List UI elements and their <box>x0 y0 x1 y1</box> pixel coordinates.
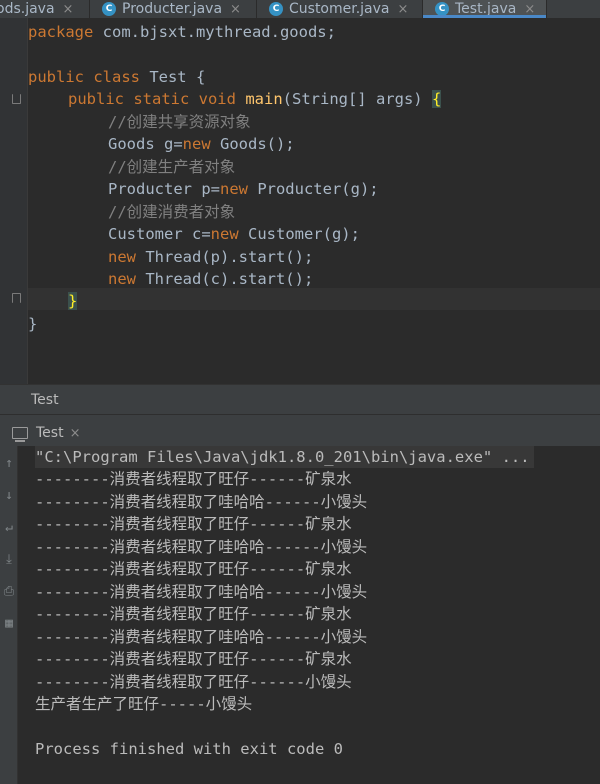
tab-label: Test.java <box>455 1 517 17</box>
code-line: new Thread(p).start(); <box>108 248 314 266</box>
console-line: --------消费者线程取了旺仔------矿泉水 <box>35 515 352 533</box>
code-line: } <box>68 292 78 310</box>
run-tab-bar: Test × <box>0 414 600 446</box>
tab-label: ods.java <box>0 1 55 17</box>
tab-label: Customer.java <box>289 1 390 17</box>
code-line: } <box>28 315 38 333</box>
console-output[interactable]: "C:\Program Files\Java\jdk1.8.0_201\bin\… <box>18 446 600 784</box>
code-line: package com.bjsxt.mythread.goods; <box>28 23 336 41</box>
console-line: --------消费者线程取了旺仔------矿泉水 <box>35 605 352 623</box>
java-class-icon: C <box>102 2 116 16</box>
trash-icon[interactable]: ▦ <box>0 612 18 634</box>
close-icon[interactable]: × <box>70 426 81 441</box>
print-icon[interactable]: ⎙ <box>0 580 18 602</box>
fold-marker-icon[interactable] <box>12 293 21 303</box>
console-line: 生产者生产了旺仔-----小馒头 <box>35 695 253 713</box>
java-class-icon: C <box>435 2 449 16</box>
code-comment: //创建生产者对象 <box>108 158 236 176</box>
java-class-icon: C <box>269 2 283 16</box>
current-line-highlight <box>28 288 600 310</box>
console-line: --------消费者线程取了哇哈哈------小馒头 <box>35 538 368 556</box>
code-comment: //创建消费者对象 <box>108 203 236 221</box>
run-panel-header: Test <box>0 384 600 414</box>
close-icon[interactable]: × <box>230 2 241 17</box>
code-line: public static void main(String[] args) { <box>68 90 442 108</box>
code-comment: //创建共享资源对象 <box>108 113 251 131</box>
fold-marker-icon[interactable] <box>12 94 21 104</box>
console-line: --------消费者线程取了旺仔------小馒头 <box>35 673 352 691</box>
code-line: new Thread(c).start(); <box>108 270 314 288</box>
close-icon[interactable]: × <box>63 2 74 17</box>
console-line: --------消费者线程取了旺仔------矿泉水 <box>35 650 352 668</box>
editor-gutter <box>0 18 28 384</box>
console-toolbar: ↑ ↓ ↵ ⤓ ⎙ ▦ <box>0 446 18 784</box>
tab-customer-java[interactable]: C Customer.java × <box>257 0 423 18</box>
scroll-up-icon[interactable]: ↑ <box>0 452 18 474</box>
code-line: Customer c=new Customer(g); <box>108 225 360 243</box>
scroll-to-end-icon[interactable]: ⤓ <box>0 548 18 570</box>
tab-producter-java[interactable]: C Producter.java × <box>90 0 257 18</box>
console-line: --------消费者线程取了哇哈哈------小馒头 <box>35 628 368 646</box>
code-editor[interactable]: package com.bjsxt.mythread.goods; public… <box>0 18 600 384</box>
run-tab-label: Test <box>36 425 64 441</box>
console-exit-message: Process finished with exit code 0 <box>35 740 343 758</box>
close-icon[interactable]: × <box>398 2 409 17</box>
code-line: Goods g=new Goods(); <box>108 135 295 153</box>
close-icon[interactable]: × <box>524 2 535 17</box>
code-line: public class Test { <box>28 68 206 86</box>
run-panel-title: Test <box>31 392 59 408</box>
console-line: --------消费者线程取了旺仔------矿泉水 <box>35 560 352 578</box>
console-line: --------消费者线程取了旺仔------矿泉水 <box>35 470 352 488</box>
tab-label: Producter.java <box>122 1 223 17</box>
console-line: --------消费者线程取了哇哈哈------小馒头 <box>35 493 368 511</box>
console-line: --------消费者线程取了哇哈哈------小馒头 <box>35 583 368 601</box>
code-line: Producter p=new Producter(g); <box>108 180 379 198</box>
soft-wrap-icon[interactable]: ↵ <box>0 516 18 538</box>
tab-goods-java[interactable]: ods.java × <box>0 0 90 18</box>
tab-test-java[interactable]: C Test.java × <box>423 0 547 18</box>
scroll-down-icon[interactable]: ↓ <box>0 484 18 506</box>
console-icon <box>12 427 28 442</box>
run-tab-test[interactable]: Test × <box>12 421 80 445</box>
console-command-line: "C:\Program Files\Java\jdk1.8.0_201\bin\… <box>35 446 534 468</box>
editor-tab-bar: ods.java × C Producter.java × C Customer… <box>0 0 600 18</box>
